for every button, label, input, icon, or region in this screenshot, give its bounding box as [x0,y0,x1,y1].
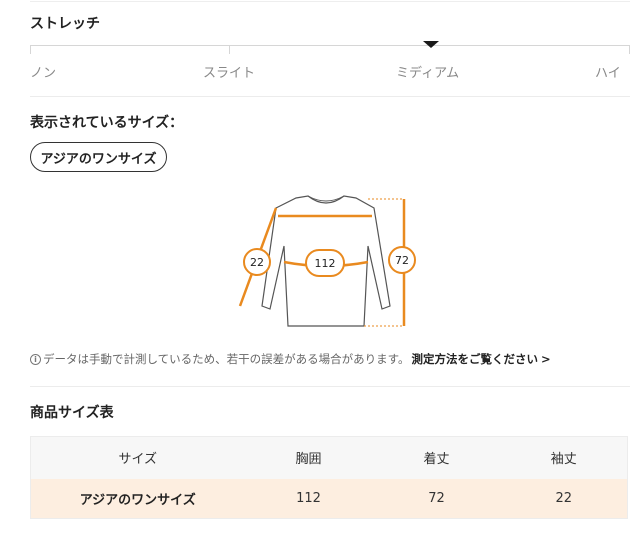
stretch-level-medium: ミディアム [396,66,460,81]
measurement-method-link[interactable]: 測定方法をご覧ください [412,351,539,367]
sleeve-value: 22 [250,256,264,269]
stretch-title: ストレッチ [30,16,100,32]
cell-size: アジアのワンサイズ [30,478,245,519]
garment-measurement-diagram: 22 112 72 [238,195,416,327]
stretch-level-slight: スライト [203,66,256,81]
size-chart-title: 商品サイズ表 [30,405,114,421]
chest-value-badge: 112 [305,249,345,277]
length-value: 72 [395,254,409,267]
cell-length: 72 [372,478,501,519]
info-icon: i [30,353,41,365]
table-header-row: サイズ 胸囲 着丈 袖丈 [30,436,628,479]
cell-chest: 112 [244,478,373,519]
stretch-level-high: ハイ [595,66,621,81]
measurement-note: i データは手動で計測しているため、若干の誤差がある場合があります。 測定方法を… [30,351,551,367]
header-length: 着丈 [372,436,501,479]
divider [30,386,630,387]
length-value-badge: 72 [388,246,416,274]
stretch-scale-line [30,45,630,46]
header-chest: 胸囲 [244,436,373,479]
size-chart-table: サイズ 胸囲 着丈 袖丈 アジアのワンサイズ 112 72 22 [30,436,628,519]
stretch-level-non: ノン [30,66,57,81]
displayed-size-title: 表示されているサイズ： [30,115,184,131]
stretch-scale [30,41,630,54]
stretch-tick [30,45,31,54]
chevron-right-icon[interactable]: > [541,352,551,366]
table-row: アジアのワンサイズ 112 72 22 [30,478,628,519]
stretch-selected-marker-icon [423,41,439,48]
stretch-tick [229,45,230,54]
cell-sleeve: 22 [500,478,628,519]
chest-value: 112 [315,257,336,270]
header-sleeve: 袖丈 [500,436,628,479]
divider [30,96,630,97]
note-text: データは手動で計測しているため、若干の誤差がある場合があります。 [43,352,410,366]
top-divider [30,1,630,2]
size-chip[interactable]: アジアのワンサイズ [30,142,167,172]
stretch-tick [629,45,630,54]
header-size: サイズ [30,436,245,479]
sleeve-value-badge: 22 [243,248,271,276]
